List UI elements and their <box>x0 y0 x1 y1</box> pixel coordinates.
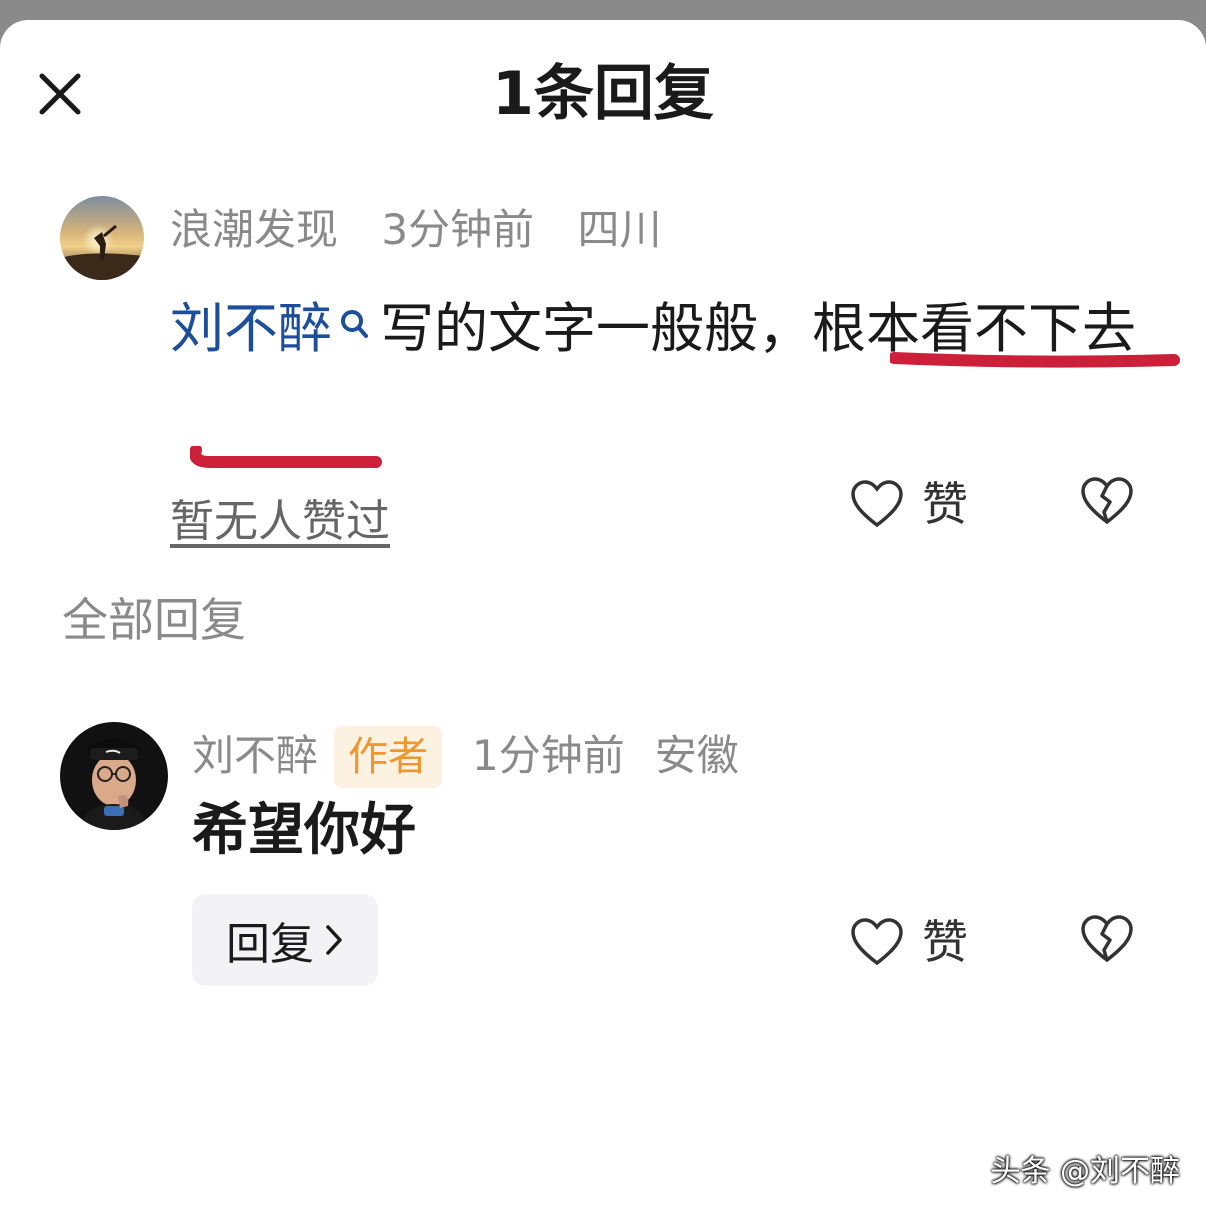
reply-sheet: 1条回复 浪潮发现 3分钟前 四川 刘不醉 写的文字一般般，根本看不下去 暂无人… <box>0 20 1206 1206</box>
page-title: 1条回复 <box>492 59 714 129</box>
section-title: 全部回复 <box>62 593 246 647</box>
reply-meta: 刘不醉 作者 1分钟前 安徽 <box>192 726 769 788</box>
broken-heart-icon <box>1081 477 1133 525</box>
like-button[interactable]: 赞 <box>850 476 968 532</box>
avatar[interactable] <box>60 196 144 280</box>
red-underline-mark <box>190 446 382 468</box>
dislike-button[interactable] <box>1080 476 1134 530</box>
comment-time: 3分钟前 <box>381 205 535 254</box>
comment-meta: 浪潮发现 3分钟前 四川 <box>170 202 691 258</box>
reply-username[interactable]: 刘不醉 <box>192 731 318 780</box>
heart-icon <box>851 480 903 528</box>
author-badge: 作者 <box>334 726 443 788</box>
red-underline-mark <box>890 352 1180 368</box>
comment-username[interactable]: 浪潮发现 <box>170 205 338 254</box>
comment-location: 四川 <box>577 205 662 254</box>
mention-link[interactable]: 刘不醉 <box>170 297 332 360</box>
reply-time: 1分钟前 <box>472 731 625 780</box>
avatar[interactable] <box>60 722 168 830</box>
likes-status[interactable]: 暂无人赞过 <box>170 494 390 550</box>
dislike-button[interactable] <box>1080 914 1134 968</box>
chevron-right-icon <box>326 925 342 955</box>
broken-heart-icon <box>1081 915 1133 963</box>
like-label: 赞 <box>922 915 968 969</box>
heart-icon <box>851 918 903 966</box>
comment-text-plain: 写的文字一般般， <box>380 297 812 360</box>
reply-text: 希望你好 <box>192 798 416 863</box>
reply-button[interactable]: 回复 <box>192 894 378 986</box>
like-button[interactable]: 赞 <box>850 914 968 970</box>
search-icon[interactable] <box>338 282 372 338</box>
watermark: 头条 @刘不醉 <box>990 1154 1180 1189</box>
reply-location: 安徽 <box>654 731 739 780</box>
reply-button-label: 回复 <box>226 919 314 970</box>
like-label: 赞 <box>922 477 968 531</box>
